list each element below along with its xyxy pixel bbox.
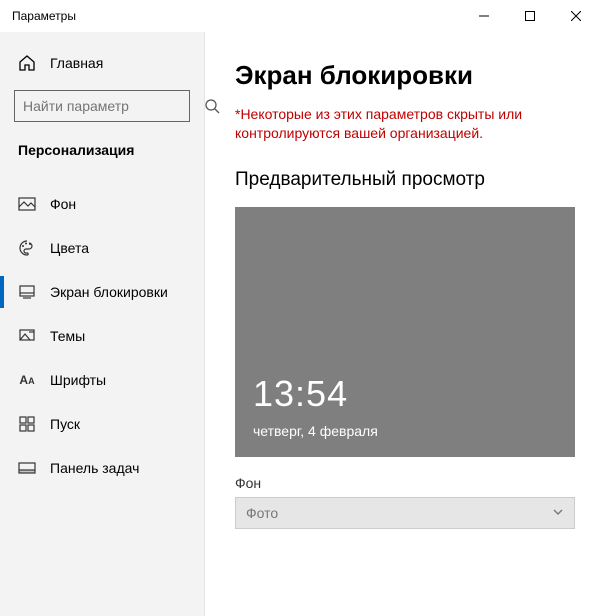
background-select[interactable]: Фото	[235, 497, 575, 529]
sidebar: Главная Персонализация Фон Цве	[0, 32, 205, 616]
sidebar-home[interactable]: Главная	[0, 44, 204, 82]
sidebar-item-background[interactable]: Фон	[0, 182, 204, 226]
maximize-icon	[525, 11, 535, 21]
content-area: Экран блокировки *Некоторые из этих пара…	[205, 32, 599, 616]
background-label: Фон	[235, 475, 581, 491]
palette-icon	[18, 239, 36, 257]
search-box[interactable]	[14, 90, 190, 122]
maximize-button[interactable]	[507, 0, 553, 32]
background-select-value: Фото	[246, 505, 278, 521]
sidebar-item-themes[interactable]: Темы	[0, 314, 204, 358]
close-button[interactable]	[553, 0, 599, 32]
sidebar-item-label: Цвета	[50, 240, 89, 256]
policy-warning: *Некоторые из этих параметров скрыты или…	[235, 105, 575, 143]
sidebar-item-label: Фон	[50, 196, 76, 212]
window-title: Параметры	[12, 9, 76, 23]
chevron-down-icon	[552, 505, 564, 521]
sidebar-item-taskbar[interactable]: Панель задач	[0, 446, 204, 490]
search-input[interactable]	[23, 98, 204, 114]
settings-window: Параметры Главная	[0, 0, 599, 616]
sidebar-section-label: Персонализация	[0, 136, 204, 182]
themes-icon	[18, 327, 36, 345]
search-wrap	[0, 82, 204, 136]
window-controls	[461, 0, 599, 32]
preview-time: 13:54	[253, 373, 348, 415]
titlebar: Параметры	[0, 0, 599, 32]
lockscreen-icon	[18, 283, 36, 301]
window-body: Главная Персонализация Фон Цве	[0, 32, 599, 616]
minimize-icon	[479, 11, 489, 21]
sidebar-item-label: Панель задач	[50, 460, 139, 476]
preview-heading: Предварительный просмотр	[235, 169, 581, 191]
sidebar-nav: Фон Цвета Экран блокировки Темы AA Шрифт…	[0, 182, 204, 490]
sidebar-item-colors[interactable]: Цвета	[0, 226, 204, 270]
sidebar-item-label: Экран блокировки	[50, 284, 168, 300]
image-icon	[18, 195, 36, 213]
preview-date: четверг, 4 февраля	[253, 423, 378, 439]
taskbar-icon	[18, 459, 36, 477]
fonts-icon: AA	[18, 371, 36, 389]
sidebar-item-label: Пуск	[50, 416, 80, 432]
home-icon	[18, 54, 36, 72]
lockscreen-preview: 13:54 четверг, 4 февраля	[235, 207, 575, 457]
close-icon	[571, 11, 581, 21]
start-icon	[18, 415, 36, 433]
minimize-button[interactable]	[461, 0, 507, 32]
page-title: Экран блокировки	[235, 60, 581, 91]
sidebar-home-label: Главная	[50, 55, 103, 71]
sidebar-item-fonts[interactable]: AA Шрифты	[0, 358, 204, 402]
sidebar-item-label: Темы	[50, 328, 85, 344]
sidebar-item-start[interactable]: Пуск	[0, 402, 204, 446]
sidebar-item-label: Шрифты	[50, 372, 106, 388]
sidebar-item-lockscreen[interactable]: Экран блокировки	[0, 270, 204, 314]
